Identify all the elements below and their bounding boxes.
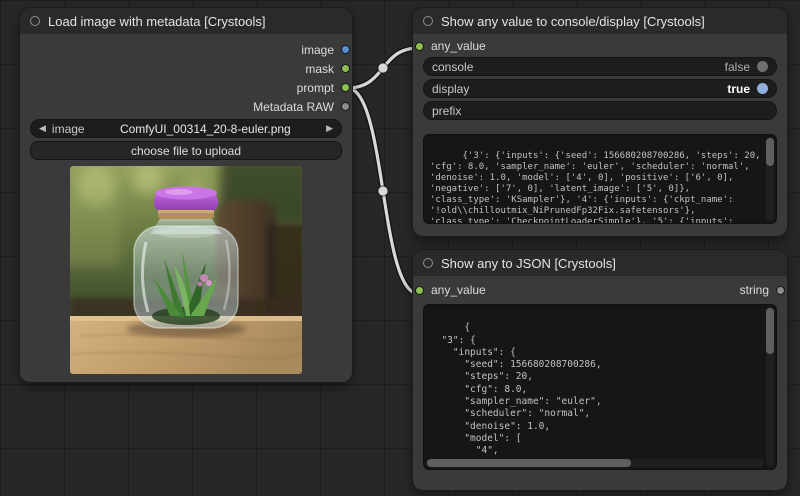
node-load-image-with-metadata[interactable]: Load image with metadata [Crystools] ima…: [20, 8, 352, 382]
combo-label: image: [52, 122, 85, 136]
scrollbar-thumb[interactable]: [766, 138, 774, 166]
widget-value: true: [727, 82, 750, 96]
output-slot-label: mask: [305, 62, 334, 76]
toggle-off-icon[interactable]: [757, 61, 768, 72]
input-slot-label: any_value: [431, 39, 486, 53]
node-title: Load image with metadata [Crystools]: [48, 14, 266, 29]
widget-label: display: [432, 82, 727, 96]
image-combo-widget[interactable]: ◀ image ComfyUI_00314_20-8-euler.png ▶: [30, 119, 342, 138]
json-output-text: { "3": { "inputs": { "seed": 15668020870…: [430, 322, 602, 468]
output-dot-metadata-raw[interactable]: [341, 102, 350, 111]
json-output-textarea[interactable]: { "3": { "inputs": { "seed": 15668020870…: [423, 304, 777, 470]
combo-value[interactable]: ComfyUI_00314_20-8-euler.png: [85, 122, 326, 136]
widget-label: prefix: [432, 104, 461, 118]
collapse-dot[interactable]: [423, 258, 433, 268]
link-midpoint-dot[interactable]: [378, 186, 388, 196]
widget-label: console: [432, 60, 725, 74]
node-header[interactable]: Show any to JSON [Crystools]: [413, 250, 787, 276]
node-show-any-value-console[interactable]: Show any value to console/display [Cryst…: [413, 8, 787, 236]
output-dot-image[interactable]: [341, 45, 350, 54]
toggle-on-icon[interactable]: [757, 83, 768, 94]
input-slot-label: any_value: [431, 283, 486, 297]
console-toggle-widget[interactable]: console false: [423, 57, 777, 76]
output-slot-label: string: [740, 283, 769, 297]
output-dot-prompt[interactable]: [341, 83, 350, 92]
widget-value: false: [725, 60, 750, 74]
output-slot-label: Metadata RAW: [253, 100, 334, 114]
scrollbar-thumb[interactable]: [766, 308, 774, 354]
node-header[interactable]: Load image with metadata [Crystools]: [20, 8, 352, 34]
output-slot-image: image: [20, 40, 352, 59]
output-slot-prompt: prompt: [20, 78, 352, 97]
output-slot-metadata-raw: Metadata RAW: [20, 97, 352, 116]
output-slot-label: prompt: [297, 81, 334, 95]
output-dot-string[interactable]: [776, 286, 785, 295]
node-header[interactable]: Show any value to console/display [Cryst…: [413, 8, 787, 34]
display-toggle-widget[interactable]: display true: [423, 79, 777, 98]
combo-prev-icon[interactable]: ◀: [39, 124, 46, 133]
collapse-dot[interactable]: [30, 16, 40, 26]
console-output-textarea[interactable]: {'3': {'inputs': {'seed': 15668020870028…: [423, 134, 777, 224]
node-graph-canvas[interactable]: Load image with metadata [Crystools] ima…: [0, 0, 800, 496]
jar-photo-illustration: [70, 166, 302, 374]
node-title: Show any value to console/display [Cryst…: [441, 14, 705, 29]
input-dot-any-value[interactable]: [415, 42, 424, 51]
input-dot-any-value[interactable]: [415, 286, 424, 295]
prefix-input-widget[interactable]: prefix: [423, 101, 777, 120]
console-output-text: {'3': {'inputs': {'seed': 15668020870028…: [430, 151, 761, 224]
combo-next-icon[interactable]: ▶: [326, 124, 333, 133]
output-dot-mask[interactable]: [341, 64, 350, 73]
node-show-any-to-json[interactable]: Show any to JSON [Crystools] any_value s…: [413, 250, 787, 490]
node-title: Show any to JSON [Crystools]: [441, 256, 616, 271]
link-midpoint-dot[interactable]: [378, 63, 388, 73]
output-slot-label: image: [301, 43, 334, 57]
choose-file-button[interactable]: choose file to upload: [30, 141, 342, 160]
image-preview: [70, 166, 302, 374]
scrollbar-thumb-horizontal[interactable]: [427, 459, 631, 467]
output-slot-mask: mask: [20, 59, 352, 78]
collapse-dot[interactable]: [423, 16, 433, 26]
